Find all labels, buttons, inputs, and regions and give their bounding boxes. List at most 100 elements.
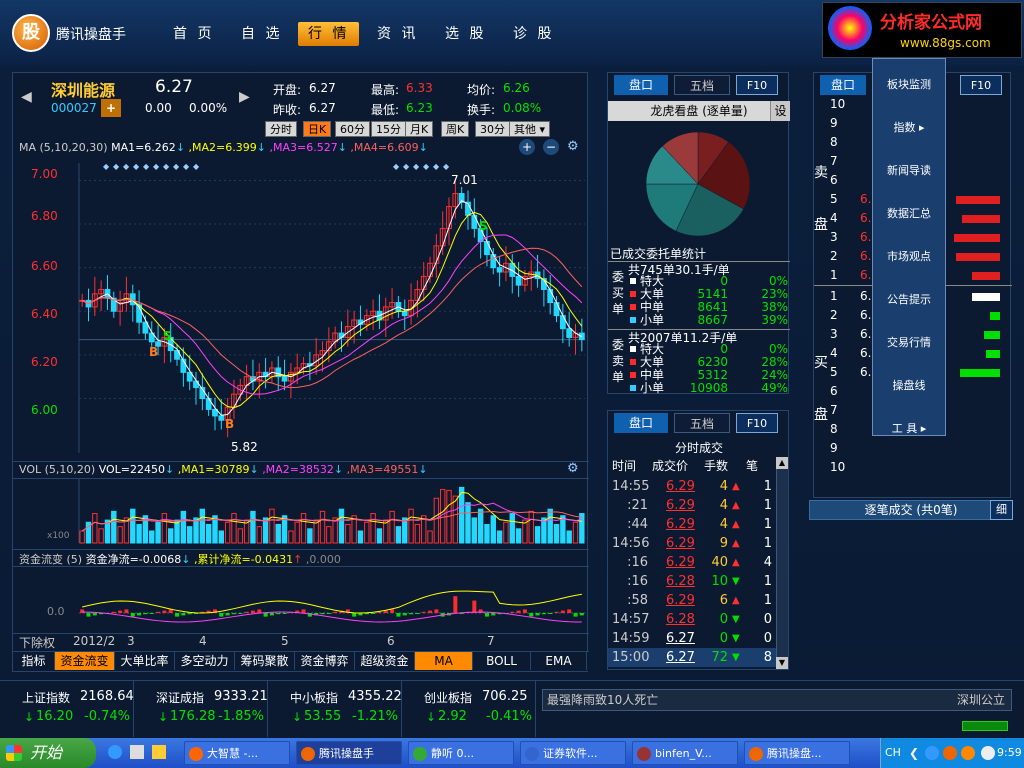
tf-monthly[interactable]: 月K xyxy=(405,121,434,137)
tick-row[interactable]: 14:57 6.28 0 ▼ 0 xyxy=(608,610,776,629)
volume-bar xyxy=(566,530,572,544)
tf-intraday[interactable]: 分时 xyxy=(265,121,297,137)
menu-market-view[interactable]: 市场观点 xyxy=(873,247,945,267)
nav-market[interactable]: 行 情 xyxy=(298,22,360,46)
event-marker: ◆ xyxy=(413,162,420,171)
index-item[interactable]: 中小板指 4355.22 ↓ 53.55 -1.21% xyxy=(268,681,402,737)
tick-row[interactable]: :16 6.28 10 ▼ 1 xyxy=(608,572,776,591)
fund-flow-chart[interactable] xyxy=(13,567,589,633)
tick-row[interactable]: 14:55 6.29 4 ▲ 1 xyxy=(608,477,776,496)
ex-rights-label[interactable]: 下除权 xyxy=(19,634,55,651)
ticks-f10-button[interactable]: F10 xyxy=(736,413,778,433)
prev-stock-arrow-icon[interactable]: ◀ xyxy=(21,89,32,105)
menu-trade-quotes[interactable]: 交易行情 xyxy=(873,333,945,353)
ind-superfund[interactable]: 超级资金 xyxy=(355,652,415,670)
ob-pankou-tab[interactable]: 盘口 xyxy=(820,75,866,95)
menu-news-guide[interactable]: 新闻导读 xyxy=(873,161,945,181)
ind-fundflow[interactable]: 资金流变 xyxy=(55,652,115,670)
taskbar-item[interactable]: 静听 0... xyxy=(408,741,514,765)
menu-trading-line[interactable]: 操盘线 xyxy=(873,376,945,396)
nav-diagnose[interactable]: 诊 股 xyxy=(503,22,564,46)
menu-tools[interactable]: 工 具 ▸ xyxy=(873,419,945,439)
ind-ma[interactable]: MA xyxy=(415,652,473,670)
menu-sector-monitor[interactable]: 板块监测 xyxy=(873,75,945,95)
ticks-pankou-tab[interactable]: 盘口 xyxy=(614,413,668,433)
axis-620: 6.20 xyxy=(31,355,58,369)
taskbar-item[interactable]: 大智慧 -... xyxy=(184,741,290,765)
f10-button[interactable]: F10 xyxy=(736,75,778,95)
buy-level-row[interactable]: 10 xyxy=(828,458,1012,477)
taskbar-item[interactable]: 证券软件... xyxy=(520,741,626,765)
tick-row[interactable]: :21 6.29 4 ▲ 1 xyxy=(608,496,776,515)
tray-arrow-icon[interactable]: ❮ xyxy=(909,746,919,760)
zoom-out-icon[interactable]: − xyxy=(543,139,559,155)
tf-30m[interactable]: 30分 xyxy=(475,121,510,137)
tray-app-icon-3[interactable] xyxy=(961,746,975,760)
news-ticker[interactable]: 最强降雨致10人死亡 深圳公立 xyxy=(542,689,1012,711)
tray-app-icon-1[interactable] xyxy=(925,746,939,760)
tray-app-icon-4[interactable] xyxy=(981,746,995,760)
nav-screener[interactable]: 选 股 xyxy=(435,22,496,46)
quicklaunch-icon[interactable] xyxy=(152,745,166,759)
down-arrow-icon: ▼ xyxy=(732,652,740,663)
ind-ema[interactable]: EMA xyxy=(531,652,587,670)
up-arrow-icon: ▲ xyxy=(732,557,740,568)
nav-news[interactable]: 资 讯 xyxy=(367,22,428,46)
clock[interactable]: 9:59 xyxy=(997,746,1022,759)
volume-bar xyxy=(199,508,206,544)
tick-price: 6.29 xyxy=(666,593,695,608)
ticks-scrollbar[interactable] xyxy=(776,457,788,669)
taskbar-item[interactable]: 腾讯操盘手 xyxy=(296,741,402,765)
tick-row[interactable]: 15:00 6.27 72 ▼ 8 xyxy=(608,648,776,667)
tf-weekly[interactable]: 周K xyxy=(441,121,470,137)
tick-row[interactable]: :58 6.29 6 ▲ 1 xyxy=(608,591,776,610)
level5-tab[interactable]: 五档 xyxy=(674,75,730,95)
index-item[interactable]: 创业板指 706.25 ↓ 2.92 -0.41% xyxy=(402,681,536,737)
buy-level-row[interactable]: 9 xyxy=(828,439,1012,458)
nav-watchlist[interactable]: 自 选 xyxy=(231,22,292,46)
desktop-icon[interactable] xyxy=(130,745,144,759)
volume-chart[interactable] xyxy=(13,479,589,547)
ind-chips[interactable]: 筹码聚散 xyxy=(235,652,295,670)
ind-bigorder[interactable]: 大单比率 xyxy=(115,652,175,670)
index-item[interactable]: 深证成指 9333.21 ↓ 176.28 -1.85% xyxy=(134,681,268,737)
tick-row[interactable]: :44 6.29 4 ▲ 1 xyxy=(608,515,776,534)
longhu-settings[interactable]: 设 xyxy=(770,101,790,121)
tf-60m[interactable]: 60分 xyxy=(335,121,370,137)
ind-bullbear[interactable]: 多空动力 xyxy=(175,652,235,670)
pankou-tab[interactable]: 盘口 xyxy=(614,75,668,95)
tf-other[interactable]: 其他 ▾ xyxy=(509,121,551,137)
menu-index[interactable]: 指数 ▸ xyxy=(873,118,945,138)
next-stock-arrow-icon[interactable]: ▶ xyxy=(239,89,250,105)
sell-price: 6. xyxy=(860,249,872,263)
scroll-down-icon[interactable]: ▼ xyxy=(776,657,788,669)
ind-game[interactable]: 资金博弈 xyxy=(295,652,355,670)
scroll-up-icon[interactable]: ▲ xyxy=(776,457,788,469)
menu-announcements[interactable]: 公告提示 xyxy=(873,290,945,310)
trade-detail-bar[interactable]: 逐笔成交 (共0笔) xyxy=(809,500,1013,520)
tick-row[interactable]: 14:56 6.29 9 ▲ 1 xyxy=(608,534,776,553)
tick-row[interactable]: 14:59 6.27 0 ▼ 0 xyxy=(608,629,776,648)
lang-indicator[interactable]: CH xyxy=(885,746,901,759)
zoom-in-icon[interactable]: + xyxy=(519,139,535,155)
taskbar-item[interactable]: 腾讯操盘... xyxy=(744,741,850,765)
ie-icon[interactable] xyxy=(108,745,122,759)
index-item[interactable]: 上证指数 2168.64 ↓ 16.20 -0.74% xyxy=(0,681,134,737)
tf-15m[interactable]: 15分 xyxy=(371,121,406,137)
tick-row[interactable]: :16 6.29 40 ▲ 4 xyxy=(608,553,776,572)
chart-settings-icon[interactable]: ⚙ xyxy=(567,139,579,154)
tick-time: 14:57 xyxy=(612,612,650,627)
taskbar-item[interactable]: binfen_V... xyxy=(632,741,738,765)
nav-home[interactable]: 首 页 xyxy=(163,22,224,46)
sell-volume-bar xyxy=(956,253,1000,261)
menu-data-summary[interactable]: 数据汇总 xyxy=(873,204,945,224)
ticks-level5-tab[interactable]: 五档 xyxy=(674,413,730,433)
ob-f10-button[interactable]: F10 xyxy=(960,75,1002,95)
tf-daily[interactable]: 日K xyxy=(303,121,332,137)
ind-boll[interactable]: BOLL xyxy=(473,652,531,670)
trade-detail-button[interactable]: 细 xyxy=(990,500,1013,520)
vol-settings-icon[interactable]: ⚙ xyxy=(567,461,579,476)
tray-app-icon-2[interactable] xyxy=(943,746,957,760)
add-watchlist-button[interactable]: + xyxy=(101,99,121,117)
kline-chart[interactable]: ◆ ◆ ◆ ◆ ◆ ◆ ◆ ◆ ◆ ◆ ◆ ◆ ◆ ◆ ◆ ◆ xyxy=(13,157,589,459)
